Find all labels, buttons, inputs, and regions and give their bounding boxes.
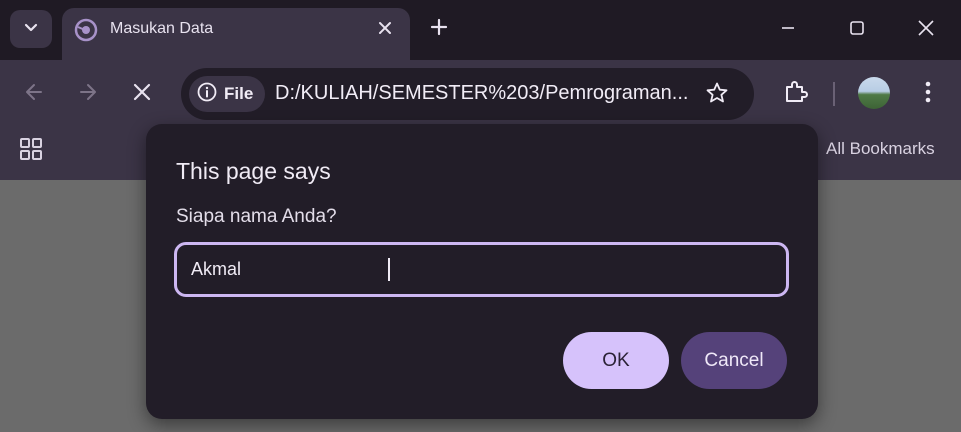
toolbar: File D:/KULIAH/SEMESTER%203/Pemrograman.… [0,60,961,128]
dialog-message: Siapa nama Anda? [176,206,337,227]
stop-icon [133,83,151,106]
forward-button[interactable] [71,77,105,111]
minimize-button[interactable] [770,12,806,48]
favicon-icon [74,18,98,42]
more-vert-icon [924,80,932,109]
toolbar-divider [833,82,835,106]
chevron-down-icon [23,19,39,40]
text-cursor [388,258,390,281]
tab-masukan-data[interactable]: Masukan Data [62,8,410,60]
tab-title: Masukan Data [110,20,214,37]
new-tab-button[interactable] [424,14,454,44]
close-icon [378,21,392,40]
prompt-dialog: This page says Siapa nama Anda? OK Cance… [146,124,818,419]
site-chip-label: File [224,84,254,103]
close-icon [917,19,935,42]
all-bookmarks-link[interactable]: All Bookmarks [826,139,935,159]
ok-button[interactable]: OK [563,332,669,389]
site-info-chip[interactable]: File [189,76,265,112]
url-text[interactable]: D:/KULIAH/SEMESTER%203/Pemrograman... [275,82,688,105]
back-icon [24,82,44,107]
close-window-button[interactable] [908,12,944,48]
bookmark-star-button[interactable] [702,80,732,110]
back-button[interactable] [17,77,51,111]
info-icon [197,82,217,107]
browser-menu-button[interactable] [914,78,942,110]
star-icon [705,81,729,110]
avatar[interactable] [858,77,890,109]
dialog-title: This page says [176,158,331,184]
maximize-button[interactable] [839,12,875,48]
extensions-icon [782,78,808,109]
maximize-icon [849,20,865,41]
minimize-icon [780,20,796,41]
cancel-button[interactable]: Cancel [681,332,787,389]
apps-button[interactable] [18,137,44,166]
tab-strip: Masukan Data [0,0,961,60]
close-tab-button[interactable] [372,17,398,43]
tab-search-button[interactable] [10,10,52,48]
plus-icon [430,18,448,41]
extensions-button[interactable] [778,76,812,110]
address-bar[interactable]: File D:/KULIAH/SEMESTER%203/Pemrograman.… [181,68,754,120]
forward-icon [78,82,98,107]
name-input[interactable] [174,242,789,297]
apps-grid-icon [19,137,43,166]
stop-button[interactable] [125,77,159,111]
